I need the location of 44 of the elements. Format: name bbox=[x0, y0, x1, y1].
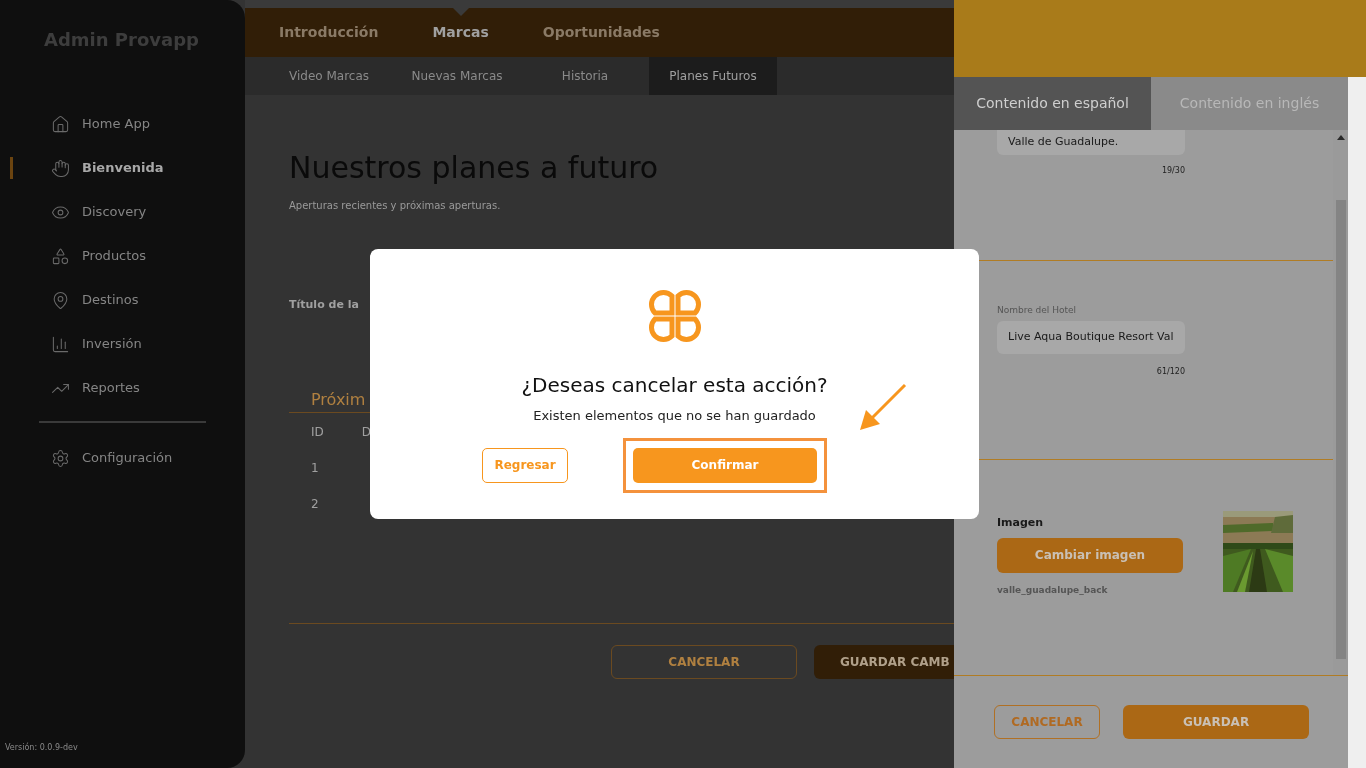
sidebar-item[interactable]: Destinos bbox=[10, 289, 245, 311]
column-header: D bbox=[361, 423, 372, 441]
column-header: ID bbox=[311, 423, 324, 441]
character-counter: 19/30 bbox=[1160, 165, 1185, 177]
text-field[interactable]: Valle de Guadalupe. bbox=[997, 130, 1185, 155]
menu-icon bbox=[51, 334, 70, 354]
sub-tab[interactable]: Nuevas Marcas bbox=[393, 57, 521, 95]
sidebar-item[interactable]: Reportes bbox=[10, 377, 245, 399]
pointer-arrow bbox=[858, 382, 908, 432]
sidebar-item[interactable]: Configuración bbox=[10, 447, 245, 469]
settings-icon bbox=[51, 448, 70, 468]
tab-notch-icon bbox=[452, 8, 469, 16]
save-button[interactable]: GUARDAR CAMB bbox=[814, 644, 954, 679]
menu-icon bbox=[51, 158, 70, 178]
main-tab[interactable]: Marcas bbox=[432, 8, 489, 57]
menu-icon bbox=[51, 114, 70, 134]
image-label: Imagen bbox=[997, 515, 1045, 531]
main-tab[interactable]: Oportunidades bbox=[542, 8, 660, 57]
sidebar-item[interactable]: Discovery bbox=[10, 201, 245, 223]
scroll-up-icon[interactable] bbox=[1336, 135, 1345, 140]
field-label: Título de la bbox=[289, 297, 360, 313]
dialog-title: ¿Deseas cancelar esta acción? bbox=[521, 372, 828, 399]
sidebar-item[interactable]: Inversión bbox=[10, 333, 245, 355]
sub-tab[interactable]: Video Marcas bbox=[265, 57, 393, 95]
main-tab[interactable]: Introducción bbox=[279, 8, 379, 57]
table-cell: 2 bbox=[311, 496, 319, 511]
sidebar-item[interactable]: Bienvenida bbox=[10, 157, 245, 179]
sidebar-item[interactable]: Productos bbox=[10, 245, 245, 267]
cancel-button[interactable]: CANCELAR bbox=[611, 644, 797, 679]
table-cell: 1 bbox=[311, 460, 319, 475]
file-name: valle_guadalupe_back bbox=[997, 583, 1109, 597]
dialog-message: Existen elementos que no se han guardado bbox=[533, 407, 816, 425]
character-counter: 61/120 bbox=[1155, 365, 1185, 378]
menu-icon bbox=[51, 246, 70, 266]
sub-tab[interactable]: Historia bbox=[521, 57, 649, 95]
sub-tab[interactable]: Planes Futuros bbox=[649, 57, 777, 95]
sidebar-item[interactable]: Home App bbox=[10, 113, 245, 135]
field-label: Nombre del Hotel bbox=[997, 304, 1078, 317]
version-text: Versión: 0.0.9-dev bbox=[4, 742, 79, 754]
section-title: Próxim bbox=[311, 389, 366, 409]
text-field[interactable]: Live Aqua Boutique Resort Val bbox=[997, 320, 1185, 354]
language-tab[interactable]: Contenido en español bbox=[954, 77, 1151, 130]
page-subtitle: Aperturas recientes y próximas aperturas. bbox=[289, 199, 502, 213]
menu-icon bbox=[51, 290, 70, 310]
